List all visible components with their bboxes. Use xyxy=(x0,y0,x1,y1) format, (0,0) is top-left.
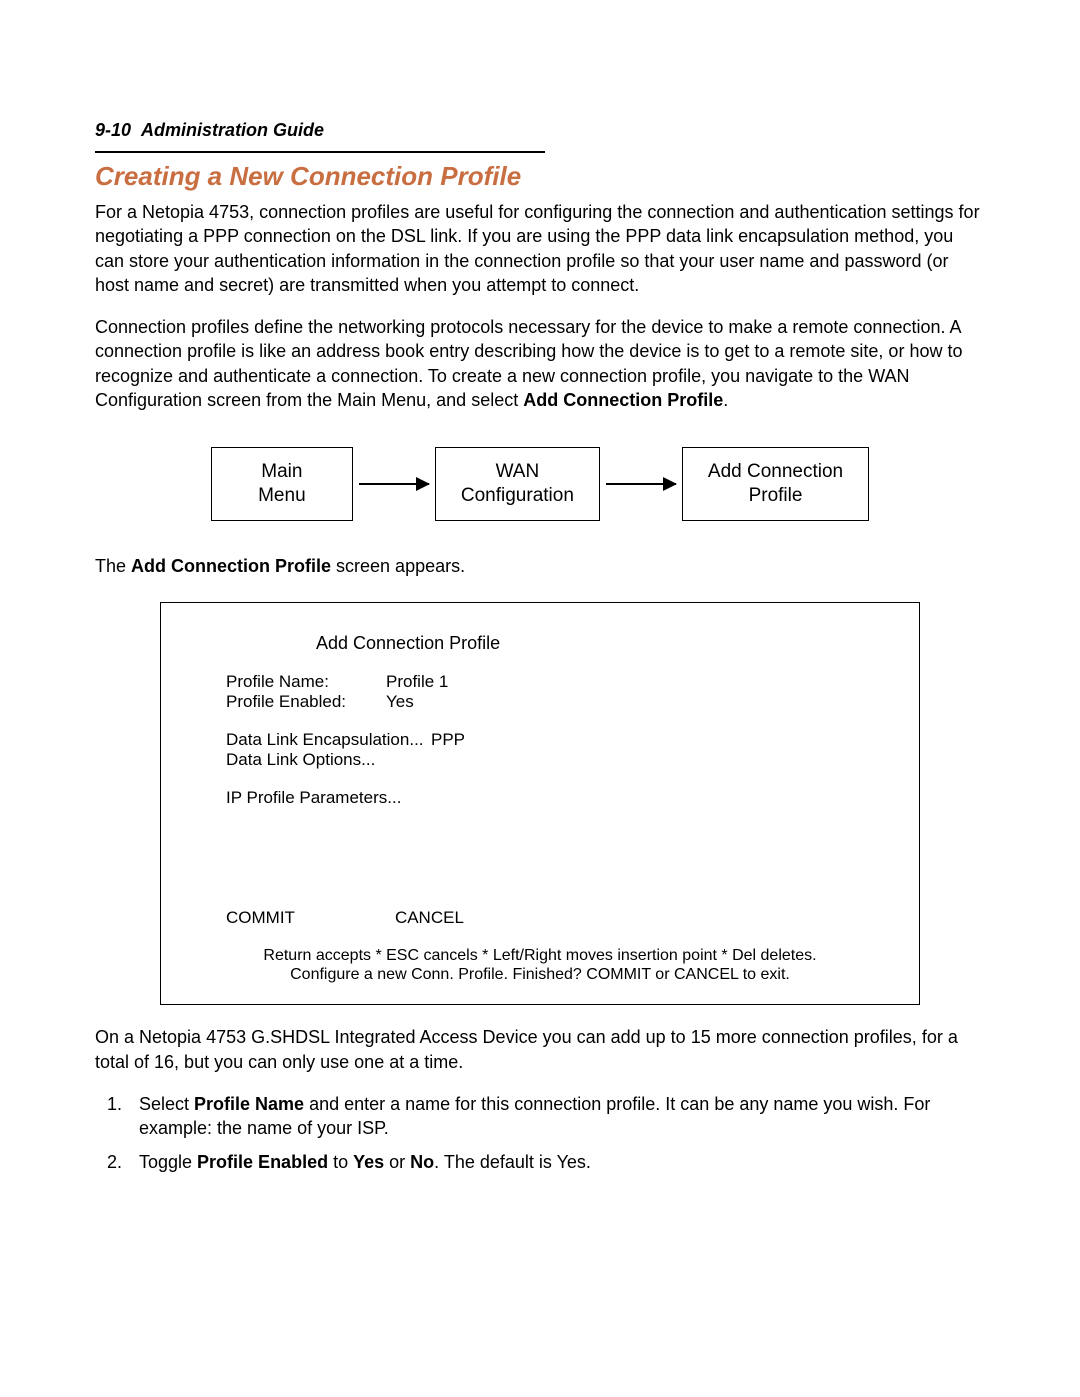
value-profile-enabled: Yes xyxy=(386,692,414,712)
step-1: Select Profile Name and enter a name for… xyxy=(127,1092,985,1141)
label-encapsulation: Data Link Encapsulation... xyxy=(226,730,431,750)
navigation-flow: Main Menu WAN Configuration Add Connecti… xyxy=(95,447,985,521)
row-encapsulation: Data Link Encapsulation... PPP xyxy=(226,730,879,750)
terminal-title: Add Connection Profile xyxy=(316,633,879,654)
step2-a: Toggle xyxy=(139,1152,197,1172)
label-profile-enabled: Profile Enabled: xyxy=(226,692,386,712)
terminal-actions: COMMIT CANCEL xyxy=(226,908,879,928)
step2-d: . The default is Yes. xyxy=(434,1152,591,1172)
cancel-action: CANCEL xyxy=(395,908,464,928)
screen-intro: The Add Connection Profile screen appear… xyxy=(95,556,985,577)
page-ref: 9-10 xyxy=(95,120,131,140)
page-header: 9-10 Administration Guide xyxy=(95,120,985,141)
label-data-link-options: Data Link Options... xyxy=(226,750,375,770)
arrow-icon xyxy=(606,483,676,485)
step-2: Toggle Profile Enabled to Yes or No. The… xyxy=(127,1150,985,1174)
paragraph-2: Connection profiles define the networkin… xyxy=(95,315,985,412)
row-ip-profile-params: IP Profile Parameters... xyxy=(226,788,879,808)
nav-box-main-menu: Main Menu xyxy=(211,447,353,521)
step2-c: or xyxy=(384,1152,410,1172)
steps-list: Select Profile Name and enter a name for… xyxy=(95,1092,985,1175)
guide-title: Administration Guide xyxy=(141,120,324,140)
nav-box3-line1: Add Connection xyxy=(708,461,843,482)
terminal-footer: Return accepts * ESC cancels * Left/Righ… xyxy=(201,946,879,984)
nav-box-wan-config: WAN Configuration xyxy=(435,447,600,521)
step1-a: Select xyxy=(139,1094,194,1114)
arrow-icon xyxy=(359,483,429,485)
label-ip-profile-params: IP Profile Parameters... xyxy=(226,788,401,808)
paragraph-3: On a Netopia 4753 G.SHDSL Integrated Acc… xyxy=(95,1025,985,1074)
label-profile-name: Profile Name: xyxy=(226,672,386,692)
terminal-screen: Add Connection Profile Profile Name: Pro… xyxy=(160,602,920,1005)
paragraph-2-b: . xyxy=(723,390,728,410)
nav-box2-line1: WAN xyxy=(496,461,540,482)
nav-box3-line2: Profile xyxy=(749,485,803,506)
step2-bold3: No xyxy=(410,1152,434,1172)
section-title: Creating a New Connection Profile xyxy=(95,161,985,192)
row-data-link-options: Data Link Options... xyxy=(226,750,879,770)
step2-b: to xyxy=(328,1152,353,1172)
value-encapsulation: PPP xyxy=(431,730,465,750)
nav-box-add-profile: Add Connection Profile xyxy=(682,447,869,521)
screen-intro-a: The xyxy=(95,556,131,576)
screen-intro-bold: Add Connection Profile xyxy=(131,556,331,576)
commit-action: COMMIT xyxy=(226,908,295,928)
step2-bold2: Yes xyxy=(353,1152,384,1172)
value-profile-name: Profile 1 xyxy=(386,672,448,692)
row-profile-name: Profile Name: Profile 1 xyxy=(226,672,879,692)
paragraph-2-bold: Add Connection Profile xyxy=(523,390,723,410)
header-divider xyxy=(95,151,545,153)
step1-bold: Profile Name xyxy=(194,1094,304,1114)
footer-line1: Return accepts * ESC cancels * Left/Righ… xyxy=(263,947,816,964)
row-profile-enabled: Profile Enabled: Yes xyxy=(226,692,879,712)
paragraph-1: For a Netopia 4753, connection profiles … xyxy=(95,200,985,297)
footer-line2: Configure a new Conn. Profile. Finished?… xyxy=(290,966,790,983)
document-page: 9-10 Administration Guide Creating a New… xyxy=(0,0,1080,1265)
screen-intro-b: screen appears. xyxy=(331,556,465,576)
nav-box1-line2: Menu xyxy=(258,485,306,506)
nav-box1-line1: Main xyxy=(261,461,302,482)
nav-box2-line2: Configuration xyxy=(461,485,574,506)
step2-bold1: Profile Enabled xyxy=(197,1152,328,1172)
